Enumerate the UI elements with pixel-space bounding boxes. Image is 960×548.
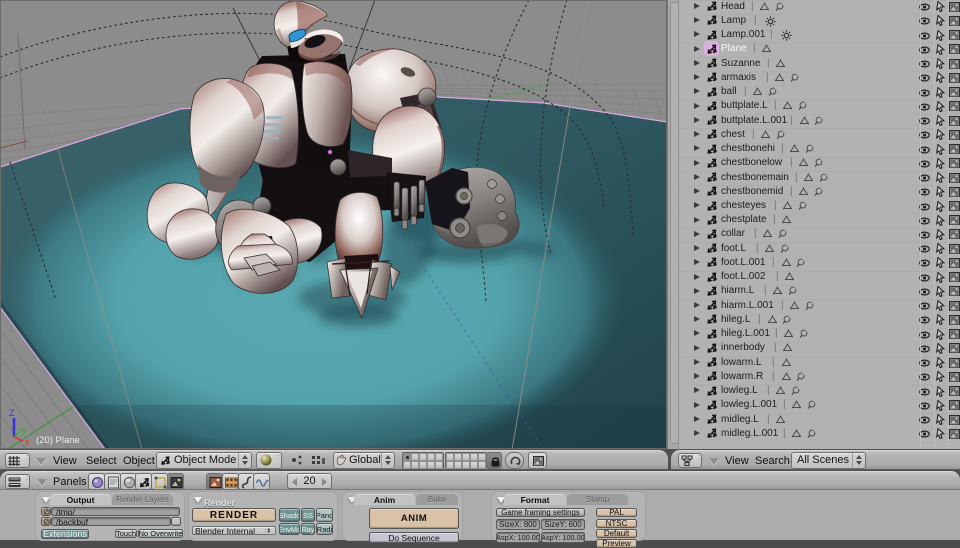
svg-text:x: x (25, 437, 30, 447)
svg-text:(20) Plane: (20) Plane (36, 435, 80, 446)
svg-text:Z: Z (9, 408, 15, 418)
svg-text:y: y (22, 425, 27, 435)
